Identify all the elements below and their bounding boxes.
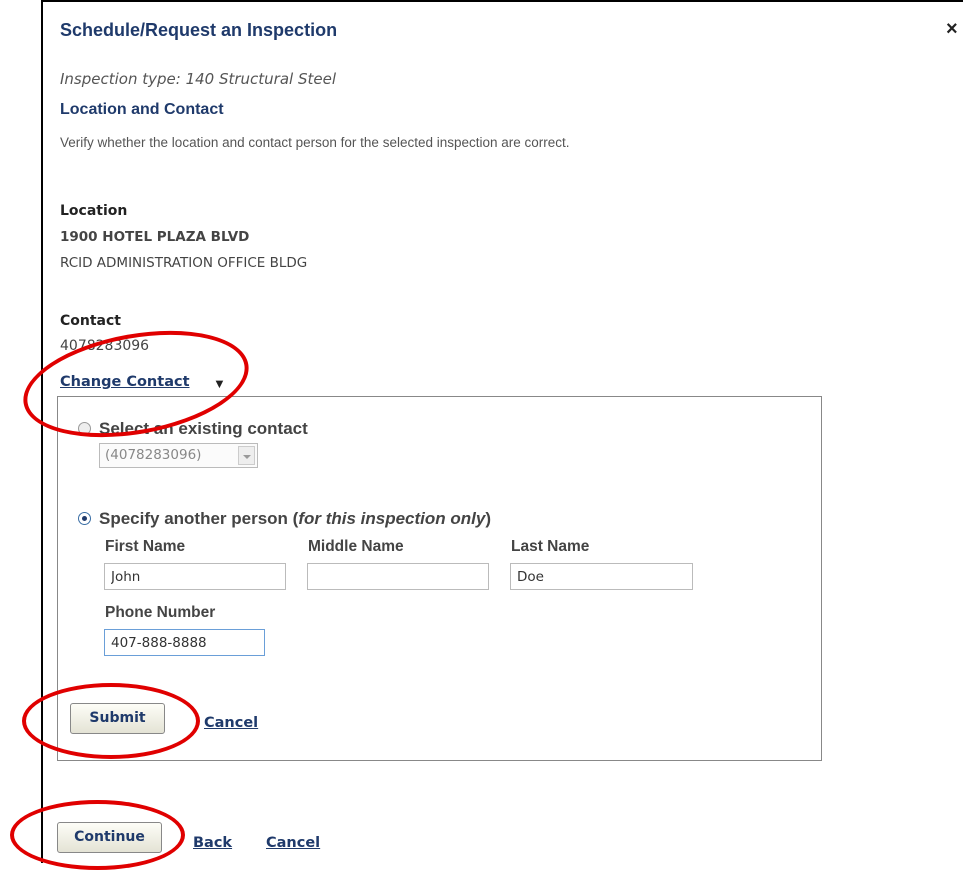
annotation-ellipse-submit <box>22 683 200 759</box>
existing-contact-select[interactable]: (4078283096) <box>99 443 258 468</box>
close-icon[interactable]: × <box>946 18 958 41</box>
panel-cancel-link[interactable]: Cancel <box>204 715 258 731</box>
other-person-label-prefix: Specify another person ( <box>99 509 299 528</box>
location-label: Location <box>60 203 128 219</box>
other-person-label-suffix: ) <box>485 509 492 528</box>
section-title: Location and Contact <box>60 101 224 118</box>
other-person-radio[interactable] <box>78 512 91 525</box>
first-name-input[interactable] <box>104 563 286 590</box>
existing-contact-value: (4078283096) <box>105 447 202 463</box>
inspection-type: Inspection type: 140 Structural Steel <box>60 70 337 88</box>
dropdown-arrow-icon[interactable] <box>238 446 255 465</box>
middle-name-input[interactable] <box>307 563 489 590</box>
contact-label: Contact <box>60 313 121 329</box>
last-name-input[interactable] <box>510 563 693 590</box>
middle-name-label: Middle Name <box>308 538 404 555</box>
footer-cancel-link[interactable]: Cancel <box>266 835 320 851</box>
phone-number-label: Phone Number <box>105 604 216 621</box>
first-name-label: First Name <box>105 538 186 555</box>
location-name: RCID ADMINISTRATION OFFICE BLDG <box>60 255 308 271</box>
location-address: 1900 HOTEL PLAZA BLVD <box>60 229 250 245</box>
dialog-title: Schedule/Request an Inspection <box>60 20 338 40</box>
annotation-ellipse-continue <box>10 800 185 870</box>
phone-number-input[interactable] <box>104 629 265 656</box>
other-person-label: Specify another person (for this inspect… <box>99 509 491 529</box>
section-description: Verify whether the location and contact … <box>60 135 570 150</box>
last-name-label: Last Name <box>511 538 590 555</box>
back-link[interactable]: Back <box>193 835 232 851</box>
other-person-label-emphasis: for this inspection only <box>298 509 486 528</box>
